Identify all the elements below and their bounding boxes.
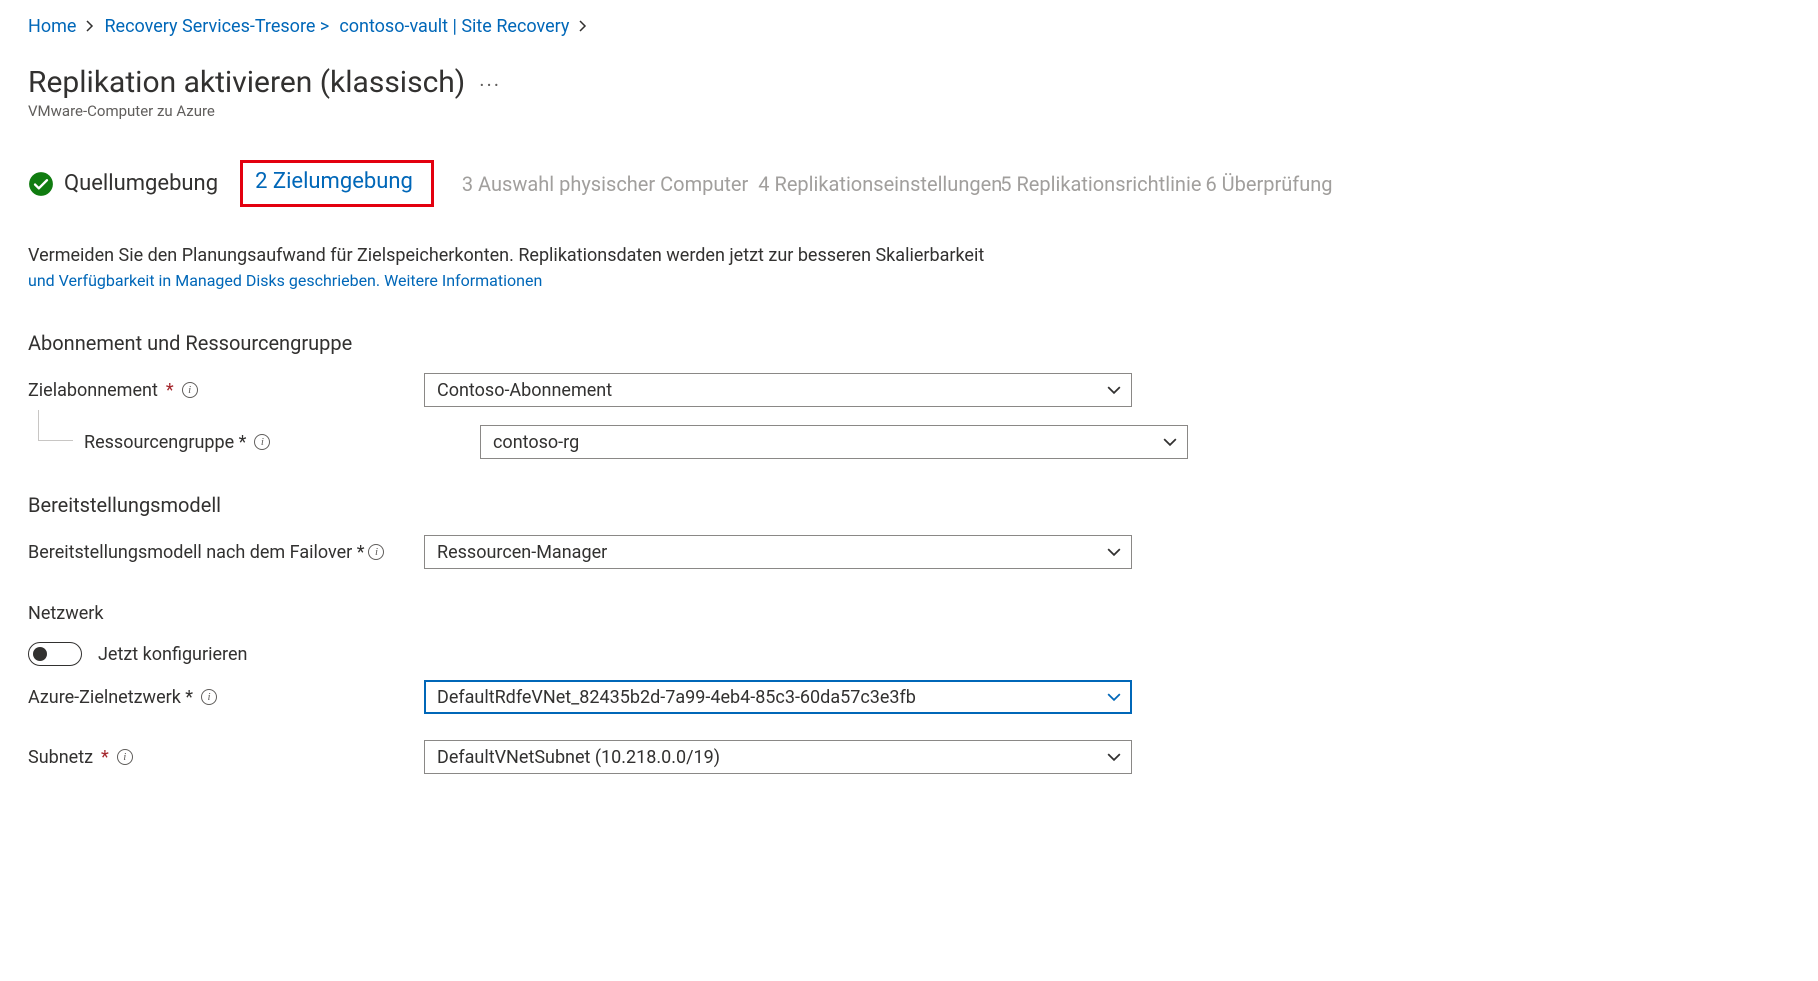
wizard-step-6[interactable]: 6 Überprüfung — [1205, 172, 1332, 196]
target-network-select[interactable]: DefaultRdfeVNet_82435b2d-7a99-4eb4-85c3-… — [424, 680, 1132, 714]
wizard-step-1-label: Quellumgebung — [64, 171, 218, 196]
resource-group-select[interactable]: contoso-rg — [480, 425, 1188, 459]
more-actions-button[interactable]: ··· — [479, 73, 501, 97]
chevron-down-icon — [1107, 690, 1121, 704]
configure-now-toggle[interactable] — [28, 642, 82, 666]
row-target-network: Azure-Zielnetzwerk * i DefaultRdfeVNet_8… — [28, 680, 1790, 714]
required-indicator: * — [166, 380, 174, 401]
breadcrumb: Home Recovery Services-Tresore > contoso… — [28, 16, 1790, 37]
target-network-label: Azure-Zielnetzwerk * — [28, 687, 193, 708]
wizard-step-1[interactable]: Quellumgebung — [28, 171, 218, 197]
chevron-right-icon — [579, 16, 587, 37]
resource-group-label: Ressourcengruppe * — [84, 432, 246, 453]
wizard-step-5-label: 5 Replikationsrichtlinie — [1000, 172, 1201, 196]
target-subscription-label: Zielabonnement — [28, 380, 158, 401]
chevron-down-icon — [1107, 545, 1121, 559]
breadcrumb-home[interactable]: Home — [28, 16, 76, 37]
page-subtitle: VMware-Computer zu Azure — [28, 102, 1790, 120]
breadcrumb-vaults[interactable]: Recovery Services-Tresore > — [104, 16, 329, 37]
required-indicator: * — [101, 747, 109, 768]
row-target-subscription: Zielabonnement * i Contoso-Abonnement — [28, 373, 1790, 407]
info-text-line1: Vermeiden Sie den Planungsaufwand für Zi… — [28, 245, 984, 266]
deployment-model-select[interactable]: Ressourcen-Manager — [424, 535, 1132, 569]
section-subscription-heading: Abonnement und Ressourcengruppe — [28, 331, 1790, 355]
wizard-step-3[interactable]: 3 Auswahl physischer Computer — [462, 172, 748, 196]
info-icon[interactable]: i — [117, 749, 133, 765]
page-title: Replikation aktivieren (klassisch) — [28, 65, 465, 100]
wizard-step-2[interactable]: 2 Zielumgebung — [240, 160, 434, 207]
row-configure-now: Jetzt konfigurieren — [28, 642, 1790, 666]
configure-now-label: Jetzt konfigurieren — [98, 644, 247, 665]
breadcrumb-vault-instance[interactable]: contoso-vault | Site Recovery — [339, 16, 569, 37]
row-deployment-model: Bereitstellungsmodell nach dem Failover … — [28, 535, 1790, 569]
target-network-value: DefaultRdfeVNet_82435b2d-7a99-4eb4-85c3-… — [437, 687, 916, 708]
section-network-heading: Netzwerk — [28, 603, 1790, 624]
section-deployment-heading: Bereitstellungsmodell — [28, 493, 1790, 517]
info-icon[interactable]: i — [368, 544, 384, 560]
wizard-step-5[interactable]: 5 Replikationsrichtlinie — [1000, 172, 1201, 196]
chevron-down-icon — [1107, 383, 1121, 397]
wizard-steps: Quellumgebung 2 Zielumgebung 3 Auswahl p… — [28, 160, 1790, 207]
subnet-select[interactable]: DefaultVNetSubnet (10.218.0.0/19) — [424, 740, 1132, 774]
info-icon[interactable]: i — [182, 382, 198, 398]
subnet-value: DefaultVNetSubnet (10.218.0.0/19) — [437, 747, 720, 768]
checkmark-circle-icon — [28, 171, 54, 197]
chevron-down-icon — [1163, 435, 1177, 449]
row-subnet: Subnetz * i DefaultVNetSubnet (10.218.0.… — [28, 740, 1790, 774]
wizard-step-2-label: 2 Zielumgebung — [255, 169, 413, 194]
info-icon[interactable]: i — [201, 689, 217, 705]
info-learn-more-link[interactable]: und Verfügbarkeit in Managed Disks gesch… — [28, 271, 542, 290]
subnet-label: Subnetz — [28, 747, 93, 768]
row-resource-group: Ressourcengruppe * i contoso-rg — [28, 425, 1790, 459]
chevron-right-icon — [86, 16, 94, 37]
deployment-model-value: Ressourcen-Manager — [437, 542, 607, 563]
target-subscription-value: Contoso-Abonnement — [437, 380, 612, 401]
wizard-step-6-label: 6 Überprüfung — [1205, 172, 1332, 196]
wizard-step-3-label: 3 Auswahl physischer Computer — [462, 172, 748, 196]
resource-group-value: contoso-rg — [493, 432, 579, 453]
target-subscription-select[interactable]: Contoso-Abonnement — [424, 373, 1132, 407]
toggle-knob — [33, 647, 47, 661]
wizard-step-4[interactable]: 4 Replikationseinstellungen — [758, 172, 1002, 196]
chevron-down-icon — [1107, 750, 1121, 764]
info-text: Vermeiden Sie den Planungsaufwand für Zi… — [28, 243, 1228, 293]
info-icon[interactable]: i — [254, 434, 270, 450]
deployment-model-label: Bereitstellungsmodell nach dem Failover … — [28, 542, 364, 563]
wizard-step-4-label: 4 Replikationseinstellungen — [758, 172, 1002, 196]
